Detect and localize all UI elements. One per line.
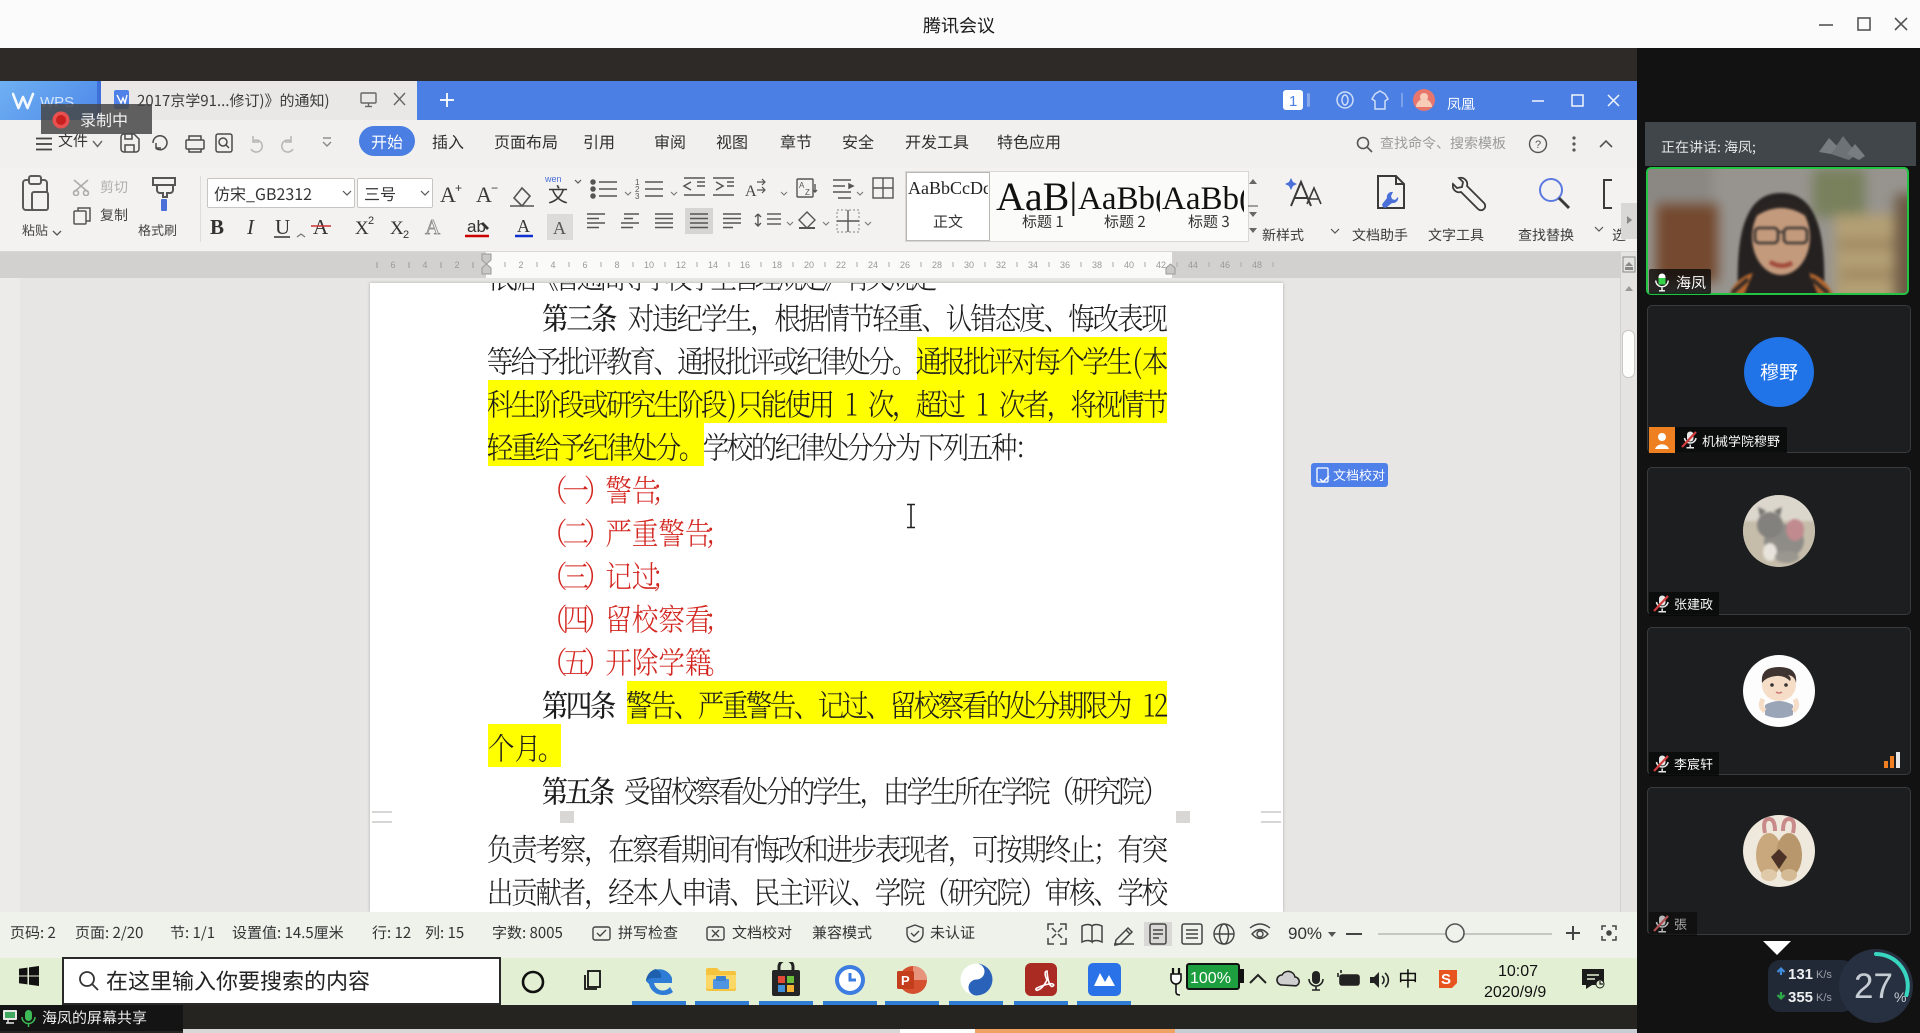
svg-text:P: P: [901, 973, 910, 988]
svg-text:42: 42: [1156, 260, 1166, 270]
svg-text:+: +: [455, 181, 462, 195]
svg-text:24: 24: [868, 260, 878, 270]
svg-text:131: 131: [1788, 966, 1813, 983]
svg-text:14: 14: [708, 260, 718, 270]
svg-text:A: A: [553, 218, 566, 238]
svg-text:X: X: [355, 218, 369, 239]
svg-text:10:07: 10:07: [1498, 963, 1538, 980]
svg-text:A: A: [425, 215, 441, 239]
svg-text:90%: 90%: [1288, 924, 1322, 943]
svg-text:40: 40: [1124, 260, 1134, 270]
svg-text:A: A: [476, 182, 492, 207]
svg-text:U: U: [275, 215, 290, 239]
svg-text:K/s: K/s: [1816, 992, 1832, 1004]
svg-text:2: 2: [518, 260, 523, 270]
svg-text:8: 8: [614, 260, 619, 270]
svg-text:−: −: [491, 181, 498, 195]
svg-text:I: I: [246, 215, 255, 239]
svg-text:2020/9/9: 2020/9/9: [1484, 984, 1546, 1001]
svg-text:30: 30: [964, 260, 974, 270]
svg-text:28: 28: [932, 260, 942, 270]
svg-text:18: 18: [772, 260, 782, 270]
svg-text:1: 1: [1289, 93, 1297, 110]
svg-text:S: S: [1441, 971, 1451, 988]
svg-text:?: ?: [1535, 139, 1541, 151]
svg-text:20: 20: [804, 260, 814, 270]
svg-text:2: 2: [368, 215, 374, 227]
svg-text:X: X: [390, 218, 404, 239]
svg-text:6: 6: [390, 260, 395, 270]
svg-text:22: 22: [836, 260, 846, 270]
svg-text:27: 27: [1854, 967, 1893, 1006]
svg-text:Z: Z: [805, 188, 810, 197]
svg-text:4: 4: [422, 260, 427, 270]
svg-text:12: 12: [676, 260, 686, 270]
svg-text:4: 4: [550, 260, 555, 270]
svg-text:36: 36: [1060, 260, 1070, 270]
svg-text:6: 6: [582, 260, 587, 270]
svg-text:48: 48: [1252, 260, 1262, 270]
svg-text:355: 355: [1788, 989, 1813, 1006]
svg-text:AaB|: AaB|: [996, 174, 1076, 216]
svg-text:wen: wen: [545, 174, 562, 184]
svg-text:26: 26: [900, 260, 910, 270]
svg-text:3: 3: [635, 192, 640, 201]
svg-text:10: 10: [644, 260, 654, 270]
svg-text:2: 2: [454, 260, 459, 270]
svg-text:44: 44: [1188, 260, 1198, 270]
svg-text:%: %: [1894, 989, 1906, 1005]
svg-text:38: 38: [1092, 260, 1102, 270]
svg-text:100%: 100%: [1190, 970, 1231, 987]
svg-text:32: 32: [996, 260, 1006, 270]
svg-text:46: 46: [1220, 260, 1230, 270]
svg-text:K/s: K/s: [1816, 969, 1832, 981]
svg-text:AaBb(: AaBb(: [1078, 181, 1160, 216]
svg-text:ab: ab: [467, 217, 486, 236]
svg-text:2: 2: [403, 229, 409, 241]
svg-text:34: 34: [1028, 260, 1038, 270]
svg-text:A: A: [745, 183, 757, 200]
svg-text:B: B: [210, 215, 224, 239]
svg-text:16: 16: [740, 260, 750, 270]
svg-text:A: A: [517, 216, 530, 236]
svg-text:A: A: [313, 215, 329, 239]
svg-text:A: A: [440, 182, 456, 207]
svg-text:AaBb(: AaBb(: [1162, 181, 1244, 216]
